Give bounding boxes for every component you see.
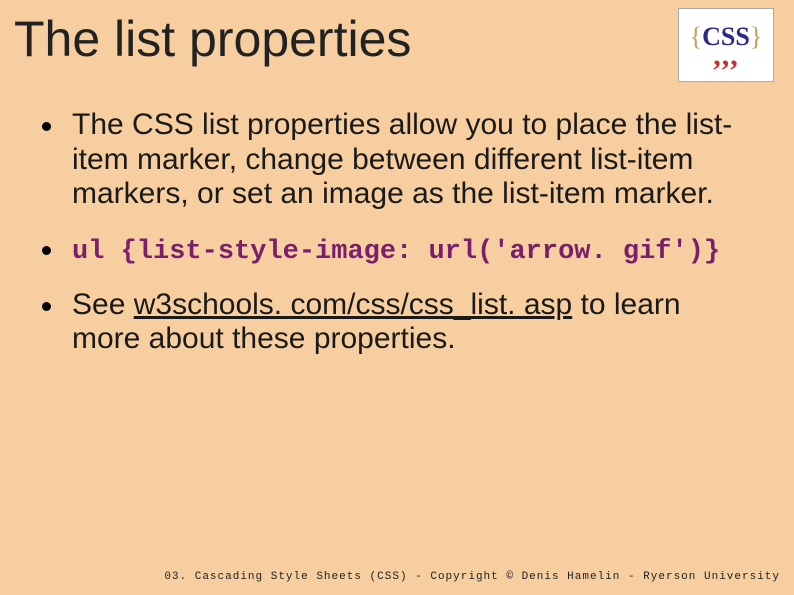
content-area: The CSS list properties allow you to pla… xyxy=(42,108,754,377)
slide: The list properties {CSS} ,,, The CSS li… xyxy=(0,0,794,595)
bullet-text: The CSS list properties allow you to pla… xyxy=(72,108,732,210)
list-item: See w3schools. com/css/css_list. asp to … xyxy=(42,288,754,357)
list-item: The CSS list properties allow you to pla… xyxy=(42,108,754,212)
footer-text: 03. Cascading Style Sheets (CSS) - Copyr… xyxy=(164,571,780,583)
css-logo: {CSS} ,,, xyxy=(678,8,774,82)
reference-link[interactable]: w3schools. com/css/css_list. asp xyxy=(134,288,572,321)
code-snippet: ul {list-style-image: url('arrow. gif')} xyxy=(72,237,720,267)
list-item: ul {list-style-image: url('arrow. gif')} xyxy=(42,232,754,268)
bullet-prefix: See xyxy=(72,288,134,321)
css-logo-text: {CSS} ,,, xyxy=(690,25,763,64)
bullet-list: The CSS list properties allow you to pla… xyxy=(42,108,754,357)
slide-title: The list properties xyxy=(14,10,411,68)
